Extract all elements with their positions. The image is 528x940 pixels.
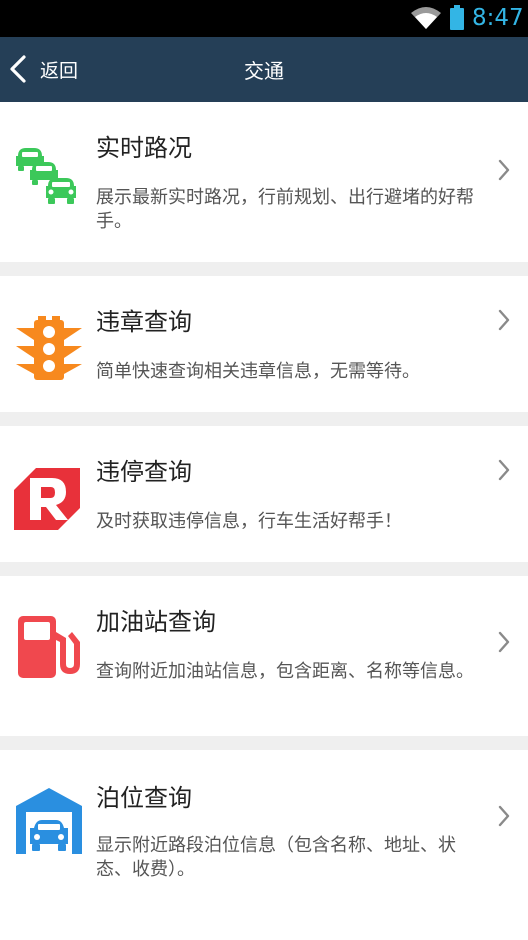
item-description: 显示附近路段泊位信息（包含名称、地址、状态、收费）。: [96, 835, 456, 880]
traffic-light-icon: [16, 316, 82, 380]
chevron-right-icon: [498, 309, 510, 331]
status-bar: 8:47: [0, 0, 528, 37]
parking-violation-icon: [14, 468, 80, 530]
page-title: 交通: [244, 59, 284, 83]
separator: [0, 412, 528, 426]
separator: [0, 562, 528, 576]
item-description: 查询附近加油站信息，包含距离、名称等信息。: [96, 661, 474, 682]
list-item-violation-query[interactable]: 违章查询 简单快速查询相关违章信息，无需等待。: [0, 276, 528, 412]
list-item-realtime-traffic[interactable]: 实时路况 展示最新实时路况，行前规划、出行避堵的好帮手。: [0, 102, 528, 262]
wifi-icon: [411, 7, 441, 29]
service-list: 实时路况 展示最新实时路况，行前规划、出行避堵的好帮手。 违章查询 简单快速查询…: [0, 102, 528, 940]
separator: [0, 262, 528, 276]
item-description: 展示最新实时路况，行前规划、出行避堵的好帮手。: [96, 187, 474, 232]
nav-bar: 返回 交通: [0, 37, 528, 102]
list-item-parking-spaces[interactable]: 泊位查询 显示附近路段泊位信息（包含名称、地址、状态、收费）。: [0, 750, 528, 940]
chevron-right-icon: [498, 631, 510, 653]
item-title: 加油站查询: [96, 608, 216, 636]
item-title: 实时路况: [96, 134, 192, 162]
traffic-cars-icon: [16, 148, 76, 204]
item-description: 简单快速查询相关违章信息，无需等待。: [96, 361, 420, 382]
status-time: 8:47: [472, 5, 524, 31]
item-title: 违停查询: [96, 458, 192, 486]
separator: [0, 736, 528, 750]
item-description: 及时获取违停信息，行车生活好帮手！: [96, 511, 402, 532]
list-item-gas-station[interactable]: 加油站查询 查询附近加油站信息，包含距离、名称等信息。: [0, 576, 528, 736]
parking-garage-icon: [16, 788, 82, 854]
chevron-right-icon: [498, 159, 510, 181]
item-title: 泊位查询: [96, 784, 192, 812]
chevron-right-icon: [498, 805, 510, 827]
chevron-right-icon: [498, 459, 510, 481]
item-title: 违章查询: [96, 308, 192, 336]
gas-station-icon: [18, 616, 80, 678]
list-item-parking-violation[interactable]: 违停查询 及时获取违停信息，行车生活好帮手！: [0, 426, 528, 562]
battery-icon: [450, 5, 464, 30]
